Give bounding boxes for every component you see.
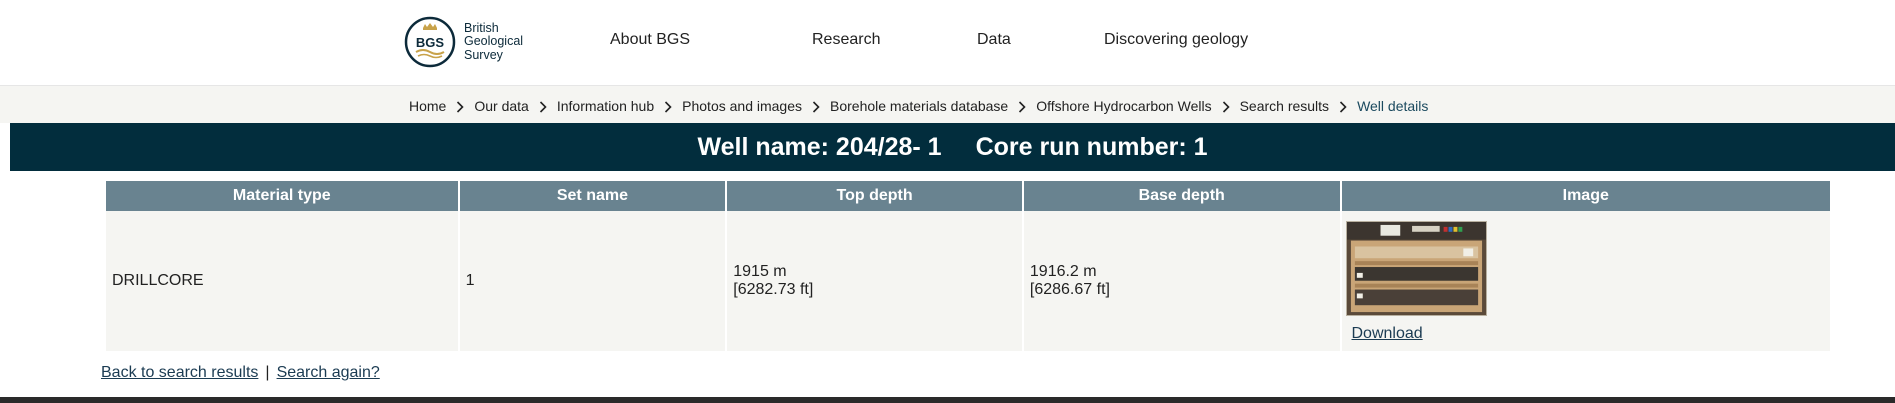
cell-image: Download: [1341, 211, 1830, 351]
download-image-link[interactable]: Download: [1352, 325, 1423, 343]
well-name: Well name: 204/28- 1: [697, 133, 942, 161]
breadcrumb-home[interactable]: Home: [409, 98, 446, 114]
breadcrumb-information-hub[interactable]: Information hub: [557, 98, 654, 114]
breadcrumb: Home Our data Information hub Photos and…: [409, 98, 1428, 114]
result-navigation: Back to search results | Search again?: [101, 364, 380, 382]
breadcrumb-our-data[interactable]: Our data: [474, 98, 528, 114]
breadcrumb-search-results[interactable]: Search results: [1240, 98, 1329, 114]
bgs-crest-icon: BGS: [404, 16, 456, 68]
core-run-number: Core run number: 1: [975, 133, 1208, 161]
site-header: BGS British Geological Survey About BGS …: [0, 0, 1895, 85]
header-top-depth: Top depth: [727, 181, 1022, 211]
link-separator: |: [265, 364, 270, 381]
nav-research[interactable]: Research: [812, 31, 880, 49]
core-box-thumbnail[interactable]: [1345, 221, 1487, 316]
logo-line-1: British: [464, 20, 499, 35]
base-depth-feet: [6286.67 ft]: [1029, 281, 1110, 298]
breadcrumb-offshore-wells[interactable]: Offshore Hydrocarbon Wells: [1036, 98, 1211, 114]
top-depth-feet: [6282.73 ft]: [733, 281, 814, 298]
chevron-right-icon: [1008, 98, 1036, 114]
base-depth-metres: 1916.2 m: [1029, 263, 1097, 280]
back-to-results-link[interactable]: Back to search results: [101, 364, 258, 381]
breadcrumb-bar: Home Our data Information hub Photos and…: [0, 85, 1895, 123]
header-image: Image: [1341, 181, 1830, 211]
cell-top-depth: 1915 m [6282.73 ft]: [727, 211, 1022, 351]
header-material-type: Material type: [106, 181, 458, 211]
logo-mark-text: BGS: [416, 35, 445, 50]
chevron-right-icon: [1212, 98, 1240, 114]
bgs-logo[interactable]: BGS British Geological Survey: [404, 16, 523, 68]
chevron-right-icon: [654, 98, 682, 114]
chevron-right-icon: [1329, 98, 1357, 114]
footer-divider: [0, 397, 1895, 403]
chevron-right-icon: [446, 98, 474, 114]
logo-wordmark: British Geological Survey: [464, 20, 524, 63]
top-depth-metres: 1915 m: [733, 263, 787, 280]
cell-material-type: DRILLCORE: [106, 211, 458, 351]
table-row: DRILLCORE 1 1915 m [6282.73 ft] 1916.2 m…: [106, 211, 1830, 351]
nav-data[interactable]: Data: [977, 31, 1011, 49]
breadcrumb-borehole-materials[interactable]: Borehole materials database: [830, 98, 1008, 114]
nav-discovering-geology[interactable]: Discovering geology: [1104, 31, 1248, 49]
cell-set-name: 1: [459, 211, 726, 351]
table-header-row: Material type Set name Top depth Base de…: [106, 181, 1830, 211]
search-again-link[interactable]: Search again?: [277, 364, 380, 381]
cell-base-depth: 1916.2 m [6286.67 ft]: [1023, 211, 1340, 351]
logo-line-2: Geological: [464, 34, 524, 49]
nav-about-bgs[interactable]: About BGS: [610, 31, 690, 49]
breadcrumb-photos-and-images[interactable]: Photos and images: [682, 98, 802, 114]
header-set-name: Set name: [459, 181, 726, 211]
well-details-table: Material type Set name Top depth Base de…: [106, 181, 1834, 351]
chevron-right-icon: [529, 98, 557, 114]
header-base-depth: Base depth: [1023, 181, 1340, 211]
chevron-right-icon: [802, 98, 830, 114]
page-title: Well name: 204/28- 1 Core run number: 1: [10, 123, 1895, 171]
logo-line-3: Survey: [464, 47, 503, 62]
breadcrumb-current: Well details: [1357, 98, 1429, 114]
